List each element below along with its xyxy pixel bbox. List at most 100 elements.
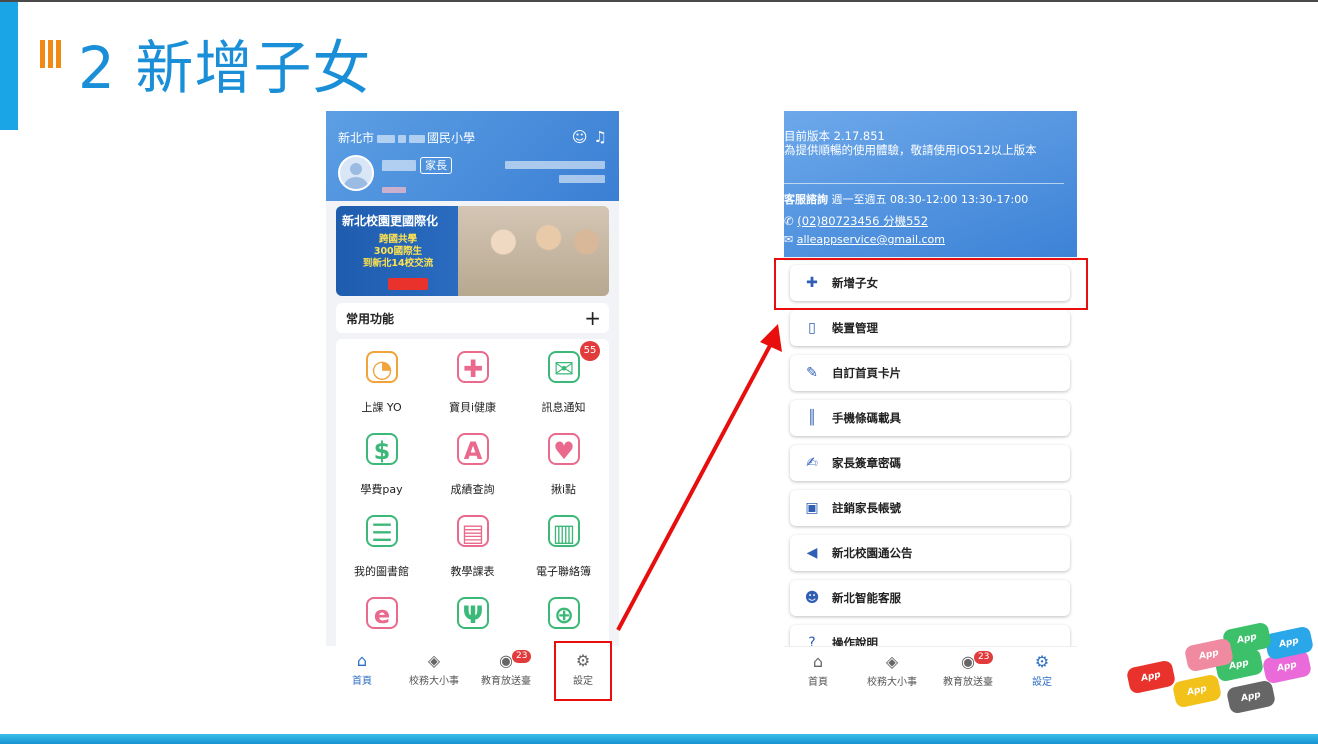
tab-gear[interactable]: ⚙ 設定 bbox=[1010, 652, 1074, 689]
tab-broadcast[interactable]: ◉ 教育放送臺 23 bbox=[936, 651, 1000, 688]
service-email[interactable]: ✉ alleappservice@gmail.com bbox=[784, 233, 945, 246]
add-child-highlight-box bbox=[774, 258, 1088, 310]
app-label: 我的圖書館 bbox=[354, 565, 409, 578]
tab-label: 教育放送臺 bbox=[481, 676, 531, 687]
phone-icon: ✆ bbox=[784, 214, 794, 228]
menu-item-label: 註銷家長帳號 bbox=[832, 501, 901, 515]
box-icon: ◈ bbox=[885, 652, 899, 671]
slide-title: 2 新增子女 bbox=[78, 28, 371, 108]
globe-icon: ⊕ bbox=[548, 597, 580, 629]
service-phone[interactable]: ✆ (02)80723456 分機552 bbox=[784, 213, 928, 229]
trash-icon: ▣ bbox=[805, 500, 819, 516]
pointer-arrow bbox=[616, 324, 782, 631]
menu-item-robot[interactable]: ☻ 新北智能客服 bbox=[790, 580, 1070, 616]
menu-item-label: 自訂首頁卡片 bbox=[832, 366, 901, 380]
app-label: 訊息通知 bbox=[541, 401, 586, 414]
tab-label: 首頁 bbox=[352, 676, 372, 687]
app-tile[interactable]: ✚ 寶貝i健康 bbox=[427, 339, 518, 419]
menu-item-pencil[interactable]: ✎ 自訂首頁卡片 bbox=[790, 355, 1070, 391]
fork-spoon-icon: Ψ bbox=[457, 597, 489, 629]
app-tile[interactable]: ♥ 揪i點 bbox=[518, 421, 609, 501]
app-label: 學費pay bbox=[360, 483, 403, 496]
app-tile[interactable]: A 成績查詢 bbox=[427, 421, 518, 501]
settings-highlight-box bbox=[554, 641, 612, 701]
tab-label: 設定 bbox=[1032, 677, 1052, 688]
mail-wifi-icon: ✉ bbox=[548, 351, 580, 383]
menu-item-device[interactable]: ▯ 裝置管理 bbox=[790, 310, 1070, 346]
menu-item-megaphone[interactable]: ◀ 新北校園通公告 bbox=[790, 535, 1070, 571]
app-keys-illustration: App App App App App App App App bbox=[1125, 612, 1318, 734]
app-grid: ◔ 上課 YO ✚ 寶貝i健康 ✉ 訊息通知 55 $ 學費pay A 成績查詢 ♥ 揪i點 ☰ 我的圖書館… bbox=[336, 339, 609, 649]
people-heart-icon: ♥ bbox=[548, 433, 580, 465]
app-label: 教學課表 bbox=[450, 565, 495, 578]
tab-box[interactable]: ◈ 校務大小事 bbox=[402, 651, 466, 688]
promo-banner[interactable]: 新北校園更國際化 跨國共學 300國際生 到新北14校交流 bbox=[336, 206, 609, 296]
slide-number: 2 bbox=[78, 34, 116, 102]
phone-home-screen: 新北市 國民小學 ☺ ♫ 家長 新北校園更國際化 跨國共學 300國際生 到新北1… bbox=[326, 111, 619, 701]
megaphone-icon: ◀ bbox=[806, 545, 818, 561]
barcode-icon: ║ bbox=[807, 410, 817, 426]
left-accent-bar bbox=[0, 2, 18, 130]
contact-book-icon: ▥ bbox=[548, 515, 580, 547]
tab-home[interactable]: ⌂ 首頁 bbox=[330, 652, 394, 688]
clock-person-icon: ◔ bbox=[366, 351, 398, 383]
add-favorite-button[interactable]: + bbox=[584, 308, 601, 328]
medical-kit-icon: ✚ bbox=[457, 351, 489, 383]
menu-item-trash[interactable]: ▣ 註銷家長帳號 bbox=[790, 490, 1070, 526]
app-tile[interactable]: ▤ 教學課表 bbox=[427, 503, 518, 583]
home-icon: ⌂ bbox=[812, 652, 824, 671]
menu-item-signature-lock[interactable]: ✍ 家長簽章密碼 bbox=[790, 445, 1070, 481]
app-label: 成績查詢 bbox=[450, 483, 495, 496]
tab-badge: 23 bbox=[512, 650, 532, 663]
app-tile[interactable]: ✉ 訊息通知 55 bbox=[518, 339, 609, 419]
menu-item-label: 裝置管理 bbox=[832, 321, 878, 335]
menu-item-barcode[interactable]: ║ 手機條碼載具 bbox=[790, 400, 1070, 436]
banner-title: 新北校園更國際化 bbox=[342, 214, 439, 228]
app-label: 電子聯絡簿 bbox=[536, 565, 591, 578]
cloud-e-icon: e bbox=[366, 597, 398, 629]
favorites-title: 常用功能 bbox=[346, 311, 395, 326]
menu-item-label: 新北智能客服 bbox=[832, 591, 901, 605]
pencil-icon: ✎ bbox=[806, 365, 818, 381]
device-icon: ▯ bbox=[808, 320, 816, 336]
app-tile[interactable]: $ 學費pay bbox=[336, 421, 427, 501]
slide-title-text: 新增子女 bbox=[135, 34, 372, 102]
app-tile[interactable]: ◔ 上課 YO bbox=[336, 339, 427, 419]
app-label: 寶貝i健康 bbox=[448, 401, 497, 414]
avatar[interactable] bbox=[338, 155, 374, 191]
menu-item-label: 新北校園通公告 bbox=[832, 546, 913, 560]
bottom-tab-bar: ⌂ 首頁 ◈ 校務大小事 ◉ 教育放送臺 23 ⚙ 設定 bbox=[784, 646, 1077, 701]
gear-icon: ⚙ bbox=[1034, 652, 1050, 671]
role-badge: 家長 bbox=[420, 157, 452, 174]
app-tile[interactable]: ▥ 電子聯絡簿 bbox=[518, 503, 609, 583]
school-name: 新北市 國民小學 bbox=[338, 131, 476, 145]
user-name: 家長 bbox=[382, 157, 452, 174]
app-key: App bbox=[1171, 673, 1223, 709]
app-tile[interactable]: ☰ 我的圖書館 bbox=[336, 503, 427, 583]
tab-box[interactable]: ◈ 校務大小事 bbox=[860, 652, 924, 689]
tab-badge: 23 bbox=[974, 651, 994, 664]
app-label: 上課 YO bbox=[361, 401, 402, 414]
headset-icon[interactable]: ♫ bbox=[594, 128, 607, 146]
title-bars-icon bbox=[40, 40, 61, 68]
tab-label: 教育放送臺 bbox=[943, 677, 993, 688]
app-key: App bbox=[1125, 659, 1177, 695]
grade-paper-icon: A bbox=[457, 433, 489, 465]
settings-header: 目前版本 2.17.851 為提供順暢的使用體驗，敬請使用iOS12以上版本 客… bbox=[784, 111, 1077, 257]
robot-icon: ☻ bbox=[804, 590, 820, 606]
app-label: 揪i點 bbox=[550, 483, 577, 496]
service-hours: 客服諮詢 週一至週五 08:30-12:00 13:30-17:00 bbox=[784, 193, 1029, 206]
tab-label: 校務大小事 bbox=[409, 676, 459, 687]
bookshelf-icon: ☰ bbox=[366, 515, 398, 547]
profile-header: 新北市 國民小學 ☺ ♫ 家長 bbox=[326, 111, 619, 201]
tab-home[interactable]: ⌂ 首頁 bbox=[786, 652, 850, 689]
tab-broadcast[interactable]: ◉ 教育放送臺 23 bbox=[474, 650, 538, 687]
switch-account-icon[interactable]: ☺ bbox=[572, 128, 588, 146]
tab-label: 校務大小事 bbox=[867, 677, 917, 688]
monitor-schedule-icon: ▤ bbox=[457, 515, 489, 547]
version-info: 目前版本 2.17.851 為提供順暢的使用體驗，敬請使用iOS12以上版本 bbox=[784, 129, 1037, 157]
box-icon: ◈ bbox=[427, 651, 441, 670]
phone-settings-screen: 目前版本 2.17.851 為提供順暢的使用體驗，敬請使用iOS12以上版本 客… bbox=[784, 111, 1077, 701]
banner-badge bbox=[388, 278, 428, 290]
menu-item-label: 家長簽章密碼 bbox=[832, 456, 901, 470]
